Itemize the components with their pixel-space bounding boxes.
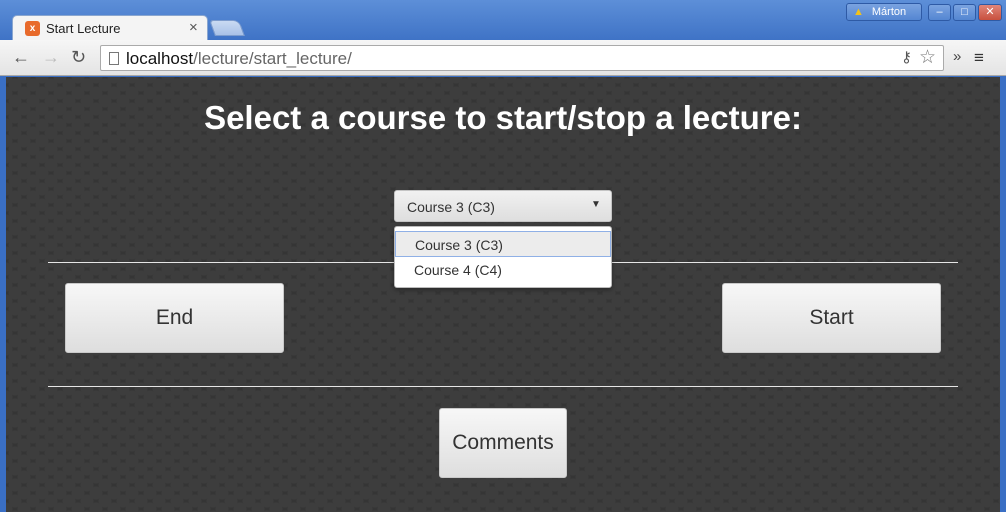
bookmark-star-icon[interactable]: ☆: [919, 46, 936, 69]
tab-close-icon[interactable]: ×: [189, 19, 198, 36]
key-icon[interactable]: ⚷: [901, 48, 912, 66]
back-icon[interactable]: ←: [12, 48, 30, 66]
page-icon: [109, 52, 119, 65]
forward-icon[interactable]: →: [42, 48, 60, 66]
caret-down-icon: ▼: [591, 199, 601, 210]
start-button[interactable]: Start: [722, 283, 941, 353]
warning-icon: ▲: [853, 6, 864, 18]
page-heading: Select a course to start/stop a lecture:: [204, 99, 802, 136]
profile-name: Márton: [871, 6, 907, 18]
maximize-button[interactable]: □: [953, 4, 976, 21]
comments-button[interactable]: Comments: [439, 408, 567, 478]
end-button[interactable]: End: [65, 283, 284, 353]
course-option[interactable]: Course 4 (C4): [395, 257, 611, 283]
page-content: Select a course to start/stop a lecture:…: [6, 77, 1000, 512]
url-text: localhost/lecture/start_lecture/: [126, 49, 352, 68]
profile-button[interactable]: ▲ Márton: [846, 3, 922, 21]
new-tab-button[interactable]: [209, 20, 245, 36]
address-bar[interactable]: localhost/lecture/start_lecture/ ⚷ ☆: [100, 45, 944, 71]
extensions-chevron-icon[interactable]: »: [953, 48, 961, 65]
course-dropdown-list: Course 3 (C3) Course 4 (C4): [394, 226, 612, 288]
course-select-value: Course 3 (C3): [407, 199, 495, 215]
divider: [48, 386, 958, 387]
minimize-button[interactable]: –: [928, 4, 951, 21]
reload-icon[interactable]: ↻: [71, 48, 86, 66]
window-titlebar: x Start Lecture × ▲ Márton – □ ✕: [0, 0, 1006, 41]
close-window-button[interactable]: ✕: [978, 4, 1002, 21]
course-option[interactable]: Course 3 (C3): [395, 231, 611, 257]
browser-toolbar: ← → ↻ localhost/lecture/start_lecture/ ⚷…: [0, 40, 1006, 76]
menu-icon[interactable]: ≡: [974, 48, 984, 68]
tab-title: Start Lecture: [46, 21, 121, 36]
course-select[interactable]: Course 3 (C3) ▼: [394, 190, 612, 222]
tab-start-lecture[interactable]: x Start Lecture ×: [12, 15, 208, 41]
xampp-favicon-icon: x: [25, 21, 40, 36]
